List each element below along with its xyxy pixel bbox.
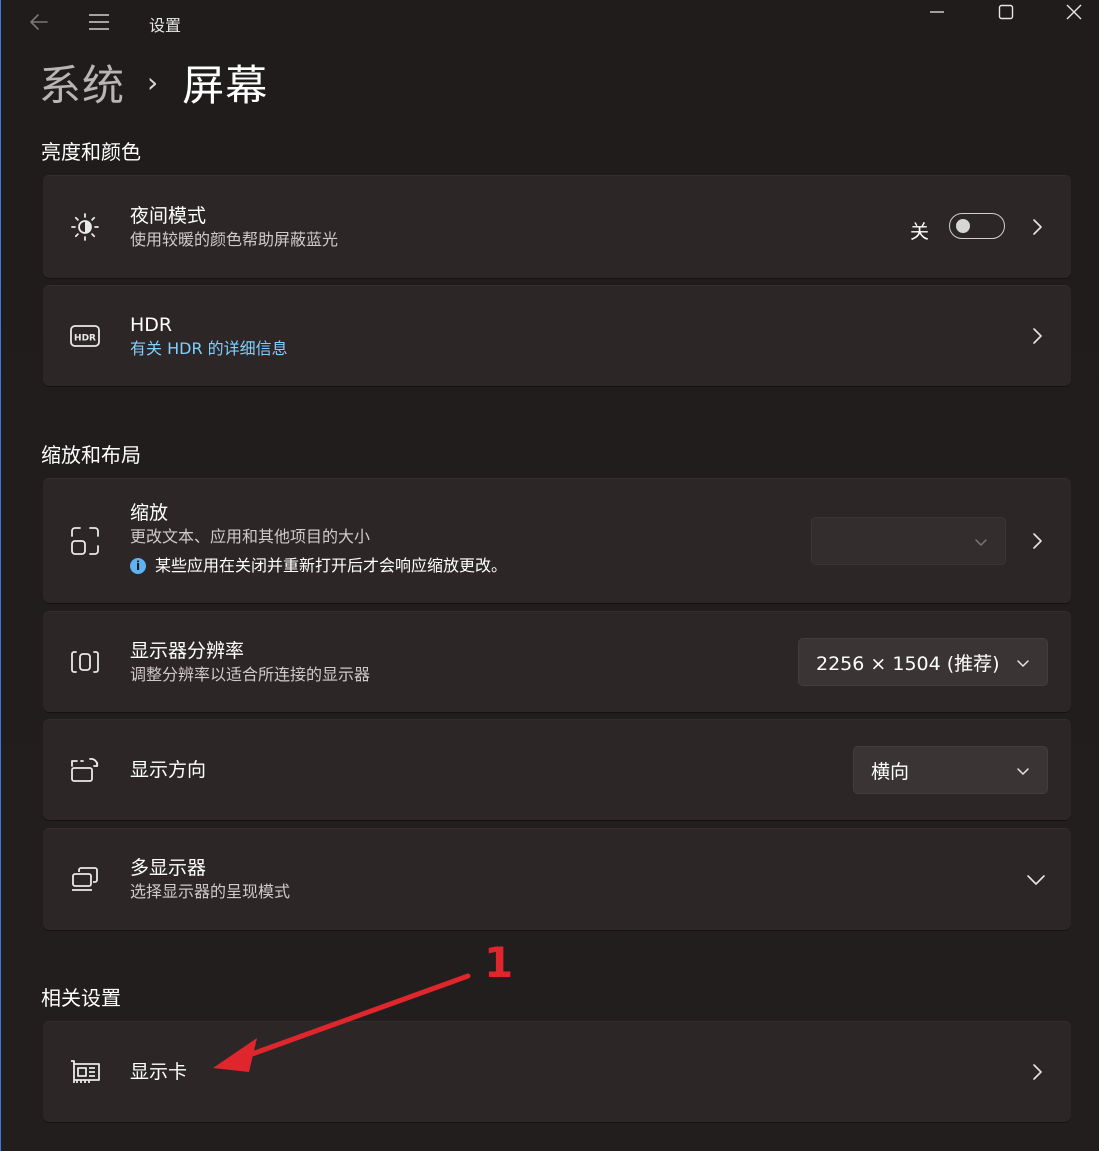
chevron-down-icon [1015, 762, 1031, 778]
settings-window: 设置 系统 › 屏幕 亮度和颜色 夜间模式 使用较暖的颜色帮助屏蔽蓝光 关 HD… [0, 0, 1099, 1151]
orientation-dropdown-value: 横向 [871, 760, 910, 783]
multiple-displays-subtitle: 选择显示器的呈现模式 [130, 882, 291, 901]
breadcrumb-parent-system[interactable]: 系统 [39, 52, 125, 113]
chevron-down-icon [1015, 654, 1031, 670]
graphics-card-icon [69, 1056, 101, 1088]
page-title: 屏幕 [182, 61, 269, 110]
night-light-subtitle: 使用较暖的颜色帮助屏蔽蓝光 [130, 230, 339, 249]
chevron-right-icon [1027, 217, 1047, 237]
graphics-card[interactable]: 显示卡 [43, 1021, 1071, 1122]
info-icon: i [130, 558, 146, 574]
section-title-scale-layout: 缩放和布局 [41, 443, 141, 467]
back-arrow-icon[interactable] [27, 10, 51, 34]
chevron-down-icon [973, 533, 989, 549]
multiple-displays-card[interactable]: 多显示器 选择显示器的呈现模式 [43, 828, 1071, 930]
orientation-title: 显示方向 [130, 759, 207, 781]
scale-title: 缩放 [130, 502, 169, 524]
minimize-button[interactable] [914, 0, 960, 24]
resolution-dropdown-value: 2256 × 1504 (推荐) [816, 652, 1000, 675]
hdr-card[interactable]: HDR HDR 有关 HDR 的详细信息 [43, 285, 1071, 386]
orientation-icon [69, 754, 101, 786]
svg-text:HDR: HDR [74, 334, 96, 344]
scale-dropdown[interactable] [811, 517, 1006, 565]
chevron-right-icon[interactable] [1027, 531, 1047, 551]
display-resolution-card: 显示器分辨率 调整分辨率以适合所连接的显示器 2256 × 1504 (推荐) [43, 611, 1071, 712]
graphics-title: 显示卡 [130, 1061, 188, 1083]
night-light-card[interactable]: 夜间模式 使用较暖的颜色帮助屏蔽蓝光 关 [43, 175, 1071, 278]
chevron-down-icon[interactable] [1025, 869, 1047, 891]
brightness-sun-icon [69, 211, 101, 243]
chevron-right-icon [1027, 1062, 1047, 1082]
window-title: 设置 [149, 16, 182, 35]
resolution-title: 显示器分辨率 [130, 640, 245, 662]
hdr-icon: HDR [69, 320, 101, 352]
hdr-learn-more-link[interactable]: 有关 HDR 的详细信息 [130, 337, 288, 361]
night-light-toggle-label: 关 [909, 221, 929, 243]
display-orientation-card: 显示方向 横向 [43, 719, 1071, 820]
hdr-title: HDR [130, 314, 173, 336]
resolution-icon [69, 646, 101, 678]
toggle-knob [956, 219, 970, 233]
section-title-related: 相关设置 [41, 986, 121, 1010]
night-light-title: 夜间模式 [130, 205, 207, 227]
title-bar: 设置 [1, 0, 1099, 46]
multiple-monitors-icon [69, 863, 101, 895]
scale-subtitle: 更改文本、应用和其他项目的大小 [130, 527, 371, 546]
scale-card[interactable]: 缩放 更改文本、应用和其他项目的大小 i 某些应用在关闭并重新打开后才会响应缩放… [43, 478, 1071, 603]
scale-icon [69, 525, 101, 557]
resolution-subtitle: 调整分辨率以适合所连接的显示器 [130, 665, 371, 684]
close-button[interactable] [1051, 0, 1097, 24]
multiple-displays-title: 多显示器 [130, 857, 207, 879]
resolution-dropdown[interactable]: 2256 × 1504 (推荐) [798, 638, 1048, 686]
scale-info-message: i 某些应用在关闭并重新打开后才会响应缩放更改。 [130, 553, 507, 579]
annotation-number: 1 [484, 938, 514, 987]
maximize-button[interactable] [983, 0, 1029, 24]
chevron-right-icon [1027, 326, 1047, 346]
hamburger-menu-icon[interactable] [87, 10, 111, 34]
orientation-dropdown[interactable]: 横向 [853, 746, 1048, 794]
breadcrumb: 系统 › 屏幕 [39, 52, 268, 113]
night-light-toggle[interactable] [949, 213, 1005, 239]
section-title-brightness: 亮度和颜色 [41, 140, 141, 164]
breadcrumb-chevron-icon: › [147, 66, 159, 99]
scale-info-text: 某些应用在关闭并重新打开后才会响应缩放更改。 [155, 556, 508, 575]
